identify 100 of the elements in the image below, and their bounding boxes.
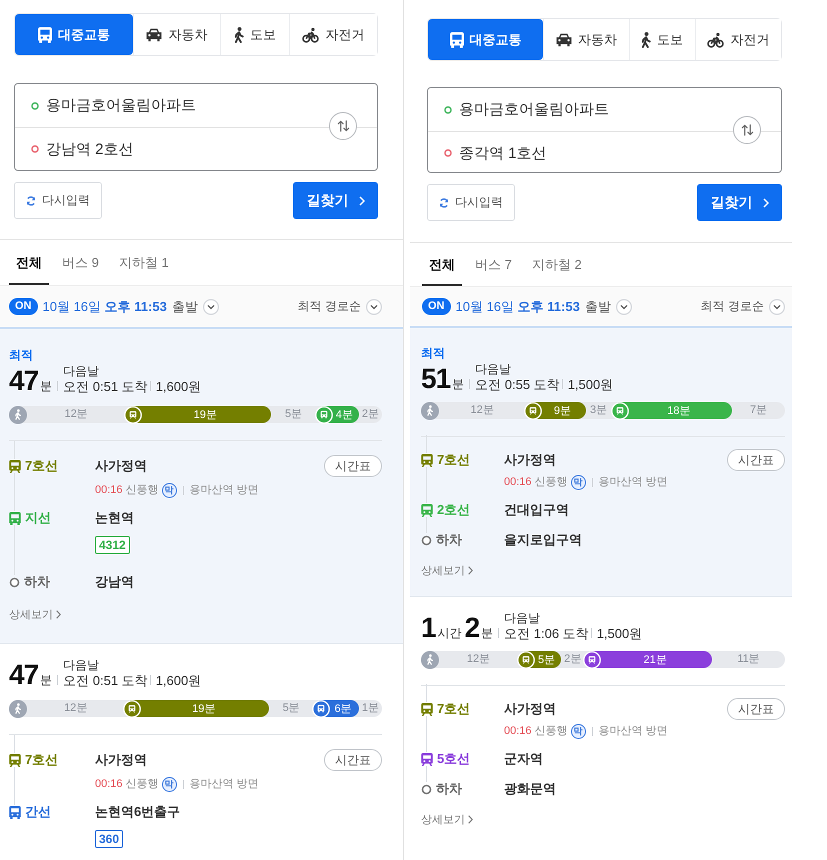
walking-person-icon (9, 700, 27, 718)
walk-duration: 2분 (564, 652, 582, 667)
origin-marker-icon (444, 106, 452, 114)
fare: 1,600원 (156, 378, 202, 395)
refresh-icon (26, 196, 36, 206)
station-name: 사가정역 (504, 700, 557, 718)
bus-number-badge: 360 (95, 830, 124, 848)
sort-option[interactable]: 최적 경로순 (700, 298, 764, 315)
chevron-down-icon[interactable] (769, 298, 785, 314)
reset-button[interactable]: 다시입력 (14, 182, 102, 219)
station-name: 사가정역 (95, 751, 148, 769)
travel-mode-tab[interactable]: 자전거 (288, 14, 377, 55)
route-card[interactable]: 최적 51분 다음날 오전 0:55 도착 1,500원 12분 9분 3분 18분 7분 7호선 사가정역 시간표 00:16 신풍행 막 용마산역 방면 2호선 건대입구역 하차 을지로입구역 상세보기 (410, 326, 792, 596)
departure-time[interactable]: 10월 16일 오후 11:53 (42, 298, 167, 316)
walk-duration: 1분 (362, 701, 379, 716)
route-card[interactable]: 최적 47 분 다음날 오전 0:51 도착 1,600원 12분 19분 5분 4분 2분 7호선 사가정역 시간표 00:16 신풍행 막 용마산역 방면 지선 논현역 4312 하차 강남역 상세보기 (0, 327, 403, 643)
walk-duration: 12분 (64, 407, 88, 422)
details-link[interactable]: 상세보기 (421, 812, 473, 827)
line-name: 7호선 (25, 457, 58, 475)
details-link[interactable]: 상세보기 (9, 607, 61, 622)
train-direction: 신풍행 (126, 483, 159, 498)
walk-duration: 2분 (362, 407, 379, 422)
filter-tab[interactable]: 버스 7 (468, 243, 519, 286)
car-icon (146, 28, 162, 42)
last-train-badge: 막 (162, 776, 177, 792)
timetable-button[interactable]: 시간표 (727, 449, 785, 471)
train-icon (517, 650, 536, 668)
walking-person-icon (234, 26, 244, 42)
departure-time[interactable]: 10월 16일 오후 11:53 (456, 298, 580, 316)
destination-marker-icon (444, 149, 452, 157)
next-day-label: 다음날 (475, 362, 512, 376)
best-route-label: 최적 (9, 348, 33, 362)
walking-person-icon (421, 650, 439, 668)
chevron-right-icon (762, 198, 768, 208)
search-route-button[interactable]: 길찾기 (293, 182, 378, 219)
swap-button[interactable] (733, 116, 761, 144)
station-name: 사가정역 (504, 451, 557, 469)
arrival-time: 오전 0:55 도착 (475, 376, 560, 393)
segment-duration: 19분 (192, 408, 218, 422)
station-name: 사가정역 (95, 457, 148, 475)
swap-button[interactable] (329, 112, 357, 140)
timetable-button[interactable]: 시간표 (324, 455, 382, 477)
line-name: 7호선 (437, 700, 470, 718)
platform-direction: 용마산역 방면 (598, 724, 668, 739)
realtime-badge[interactable]: ON (422, 298, 450, 315)
sort-option[interactable]: 최적 경로순 (298, 298, 361, 315)
train-direction: 신풍행 (126, 777, 159, 792)
route-card[interactable]: 47 분 다음날 오전 0:51 도착 1,600원 12분 19분 5분 6분 1분 7호선 사가정역 시간표 00:16 신풍행 막 용마산역 방면 간선 논현역6번출구 360 (0, 643, 403, 860)
origin-field[interactable]: 용마금호어울림아파트 (15, 84, 377, 127)
bicycle-icon (707, 32, 724, 48)
filter-tab[interactable]: 지하철 1 (112, 240, 176, 285)
search-route-button[interactable]: 길찾기 (697, 184, 782, 221)
timetable-button[interactable]: 시간표 (727, 698, 785, 720)
segment-duration: 21분 (642, 653, 668, 667)
filter-tab[interactable]: 지하철 2 (524, 243, 589, 286)
walking-person-icon (641, 32, 652, 48)
platform-direction: 용마산역 방면 (190, 483, 259, 498)
alight-point-icon (9, 576, 20, 588)
walk-duration: 12분 (64, 701, 88, 716)
route-card[interactable]: 1시간 2분 다음날 오전 1:06 도착 1,500원 12분 5분 2분 21분 11분 7호선 사가정역 시간표 00:16 신풍행 막 용마산역 방면 5호선 군자역 하차 광화문역 상세보기 (410, 596, 792, 845)
station-name: 광화문역 (504, 780, 557, 798)
walk-duration: 12분 (470, 403, 494, 418)
station-name: 을지로입구역 (504, 531, 583, 549)
train-icon (124, 406, 142, 424)
station-name: 논현역6번출구 (95, 803, 182, 821)
segment-duration: 6분 (333, 702, 353, 716)
bus-icon (38, 26, 52, 42)
travel-mode-tab[interactable]: 자전거 (694, 19, 781, 60)
realtime-badge[interactable]: ON (9, 298, 38, 315)
travel-mode-tab[interactable]: 대중교통 (428, 19, 544, 60)
origin-field[interactable]: 용마금호어울림아파트 (428, 88, 781, 131)
travel-mode-tab[interactable]: 대중교통 (15, 14, 132, 55)
refresh-icon (439, 198, 449, 208)
next-day-label: 다음날 (504, 611, 540, 625)
line-name: 2호선 (437, 501, 470, 519)
line-name: 간선 (25, 803, 51, 821)
train-icon (123, 700, 142, 718)
best-route-label: 최적 (421, 346, 445, 360)
fare: 1,500원 (596, 625, 642, 642)
timetable-button[interactable]: 시간표 (324, 749, 382, 771)
station-name: 건대입구역 (504, 501, 570, 519)
bus-icon (314, 406, 333, 424)
up-down-arrows-icon (740, 124, 754, 136)
arrival-time: 오전 0:51 도착 (63, 672, 148, 689)
reset-button[interactable]: 다시입력 (427, 184, 515, 221)
departure-label: 출발 (172, 298, 198, 316)
total-duration: 51분 (421, 365, 466, 393)
bus-icon (312, 700, 330, 718)
details-link[interactable]: 상세보기 (421, 563, 473, 578)
chevron-down-icon[interactable] (202, 298, 219, 314)
filter-tab[interactable]: 버스 9 (55, 240, 106, 285)
train-icon (583, 650, 602, 668)
departure-time: 00:16 (95, 483, 123, 498)
chevron-down-icon[interactable] (366, 298, 382, 314)
line-name: 7호선 (437, 451, 470, 469)
chevron-down-icon[interactable] (616, 298, 632, 314)
bus-number-badge: 4312 (95, 536, 130, 554)
walk-duration: 5분 (284, 407, 302, 422)
walk-duration: 7분 (750, 403, 768, 418)
line-name: 하차 (436, 531, 462, 549)
